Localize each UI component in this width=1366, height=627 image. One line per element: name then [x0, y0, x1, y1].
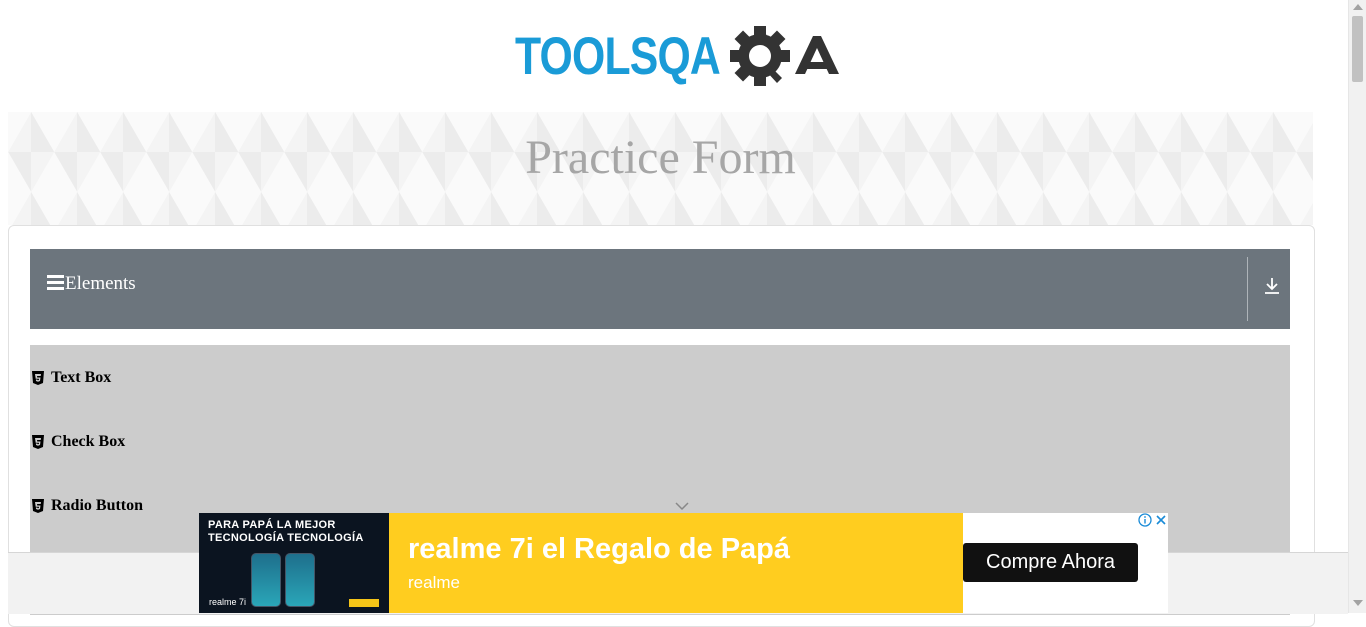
header-divider [1247, 257, 1248, 321]
ad-cta-button[interactable]: Compre Ahora [963, 543, 1138, 582]
ad-image-headline: PARA PAPÁ LA MEJOR TECNOLOGÍA TECNOLOGÍA [208, 519, 364, 544]
ad-advertiser: realme [408, 573, 460, 592]
html5-icon [32, 371, 44, 385]
sidebar-item-label: Check Box [51, 433, 126, 450]
ad-image-brand: realme 7i [209, 597, 247, 607]
header-bar: TOOLSQA [0, 0, 1348, 112]
chevron-down-icon[interactable] [674, 500, 690, 512]
page-scrollbar[interactable] [1348, 0, 1366, 613]
group-title: Elements [65, 273, 136, 294]
ad-product-image[interactable]: PARA PAPÁ LA MEJOR TECNOLOGÍA TECNOLOGÍA … [199, 513, 389, 613]
download-icon[interactable] [1263, 276, 1281, 296]
elements-group-header[interactable]: Elements [30, 249, 1290, 329]
page-banner: Practice Form [8, 112, 1313, 225]
sidebar-item-check-box[interactable]: Check Box [30, 431, 1290, 471]
logo-text: TOOLSQA [515, 27, 720, 86]
html5-icon [32, 435, 44, 449]
phone-image [285, 553, 315, 607]
html5-icon [32, 499, 44, 513]
sidebar-item-label: Radio Button [51, 497, 144, 514]
advertisement-banner[interactable]: PARA PAPÁ LA MEJOR TECNOLOGÍA TECNOLOGÍA … [199, 513, 1168, 613]
menu-icon [47, 275, 64, 291]
sidebar-item-label: Text Box [51, 369, 112, 386]
gear-icon [730, 26, 790, 86]
phone-image [251, 553, 281, 607]
ad-image-tag [349, 599, 379, 607]
scroll-thumb[interactable] [1352, 16, 1363, 82]
close-icon[interactable] [1154, 513, 1168, 527]
ad-headline[interactable]: realme 7i el Regalo de Papá [408, 533, 790, 566]
ad-text-panel[interactable]: realme 7i el Regalo de Papá realme [389, 513, 963, 613]
scroll-down-arrow[interactable] [1353, 600, 1363, 606]
logo-graphic: TOOLSQA [515, 26, 839, 86]
toolsqa-logo[interactable]: TOOLSQA [515, 22, 840, 100]
sidebar-item-text-box[interactable]: Text Box [30, 367, 1290, 407]
info-icon[interactable] [1138, 513, 1152, 527]
page-title: Practice Form [525, 131, 796, 184]
scroll-up-arrow[interactable] [1353, 4, 1363, 10]
